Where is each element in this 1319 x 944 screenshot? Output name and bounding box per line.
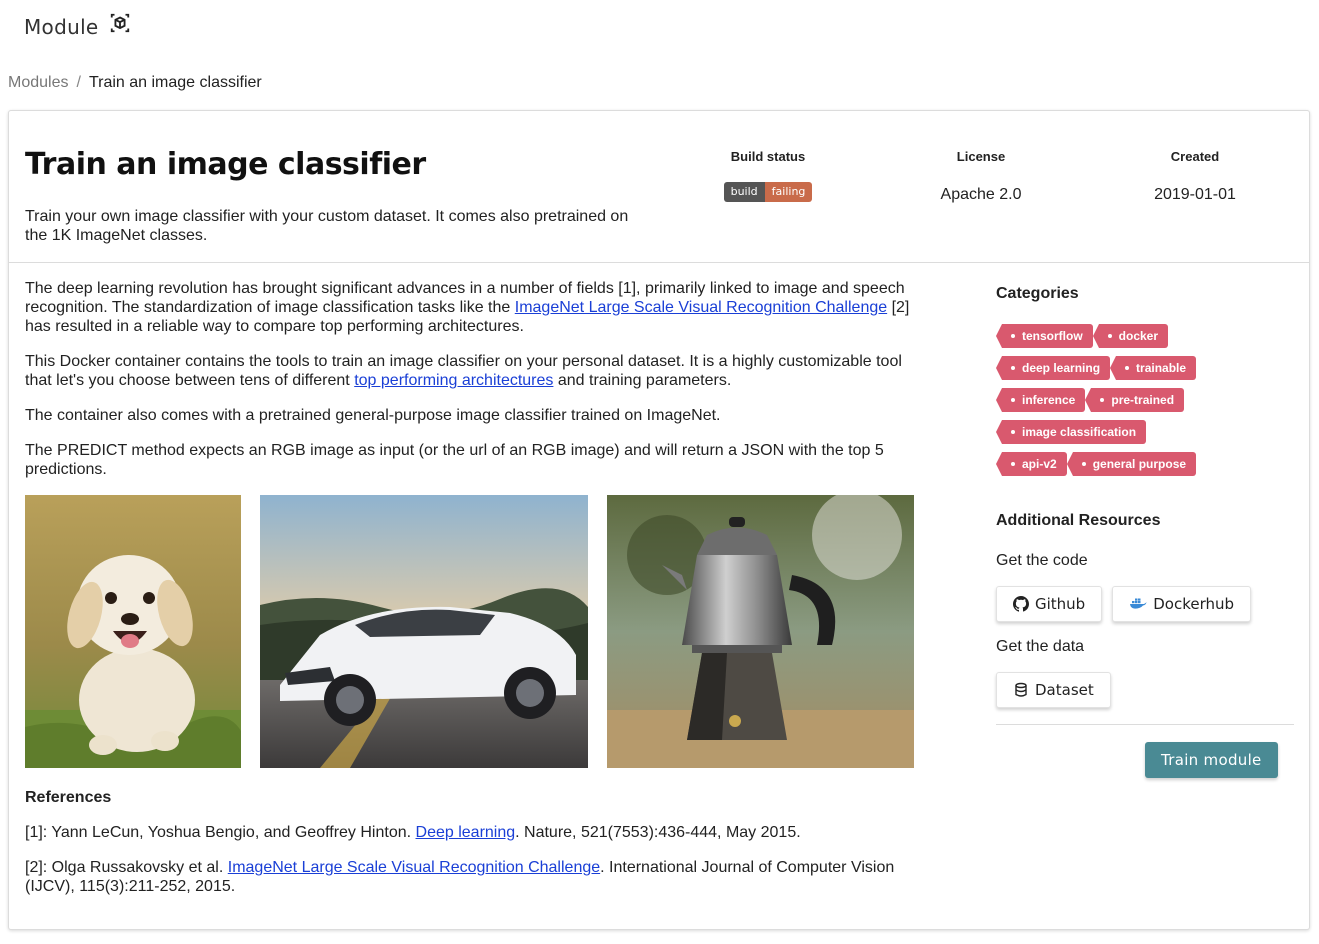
license-block: License Apache 2.0	[921, 149, 1041, 204]
tag-pre-trained[interactable]: pre-trained	[1085, 388, 1185, 412]
references-title: References	[25, 789, 112, 806]
references-section: References [1]: Yann LeCun, Yoshua Bengi…	[25, 789, 925, 912]
deep-learning-link[interactable]: Deep learning	[416, 824, 516, 841]
tag-inference[interactable]: inference	[995, 388, 1086, 412]
breadcrumb-modules-link[interactable]: Modules	[8, 74, 68, 92]
sidebar: Categories tensorflow docker deep learni…	[995, 279, 1294, 785]
build-status-block: Build status build failing	[706, 149, 830, 202]
description-paragraph: The deep learning revolution has brought…	[25, 279, 925, 336]
build-status-badge[interactable]: build failing	[723, 182, 813, 202]
imagenet-paper-link[interactable]: ImageNet Large Scale Visual Recognition …	[228, 859, 600, 876]
cube-icon[interactable]	[109, 12, 131, 34]
dataset-label: Dataset	[1035, 681, 1094, 699]
tag-image-classification[interactable]: image classification	[995, 420, 1147, 444]
data-buttons: Dataset	[996, 672, 1294, 708]
badge-failing-text: failing	[764, 182, 813, 202]
text: [1]: Yann LeCun, Yoshua Bengio, and Geof…	[25, 824, 416, 841]
dockerhub-label: Dockerhub	[1153, 595, 1235, 613]
module-summary: Train your own image classifier with you…	[25, 208, 629, 244]
tag-tensorflow[interactable]: tensorflow	[996, 324, 1093, 348]
text: and training parameters.	[553, 372, 732, 389]
text: . Nature, 521(7553):436-444, May 2015.	[515, 824, 801, 841]
top-bar: Module	[24, 12, 131, 42]
module-card: Train an image classifier Train your own…	[8, 110, 1310, 930]
categories-title: Categories	[996, 285, 1079, 302]
dockerhub-button[interactable]: Dockerhub	[1112, 586, 1252, 622]
reference-item: [1]: Yann LeCun, Yoshua Bengio, and Geof…	[25, 823, 925, 842]
category-tags: tensorflow docker deep learning trainabl…	[995, 324, 1216, 476]
breadcrumb: Modules / Train an image classifier	[8, 74, 262, 92]
created-label: Created	[1170, 149, 1220, 164]
module-title: Train an image classifier	[25, 147, 426, 182]
text: [2]: Olga Russakovsky et al.	[25, 859, 228, 876]
imagenet-challenge-link[interactable]: ImageNet Large Scale Visual Recognition …	[515, 299, 887, 316]
module-description: The deep learning revolution has brought…	[25, 279, 925, 495]
puppy-image	[25, 495, 241, 768]
train-module-button[interactable]: Train module	[1145, 742, 1278, 778]
github-button[interactable]: Github	[996, 586, 1103, 622]
architectures-link[interactable]: top performing architectures	[354, 372, 553, 389]
code-buttons: Github Dockerhub	[996, 586, 1294, 622]
description-paragraph: This Docker container contains the tools…	[25, 352, 925, 390]
docker-icon	[1130, 598, 1147, 609]
description-paragraph: The PREDICT method expects an RGB image …	[25, 442, 884, 478]
badge-build-text: build	[723, 182, 765, 202]
tag-api-v2[interactable]: api-v2	[996, 452, 1067, 476]
dataset-button[interactable]: Dataset	[996, 672, 1111, 708]
tag-deep-learning[interactable]: deep learning	[995, 356, 1111, 380]
tag-trainable[interactable]: trainable	[1110, 356, 1197, 380]
license-value: Apache 2.0	[940, 186, 1022, 203]
created-value: 2019-01-01	[1154, 186, 1236, 203]
train-area: Train module	[996, 725, 1294, 785]
description-paragraph: The container also comes with a pretrain…	[25, 407, 721, 424]
tag-docker[interactable]: docker	[1092, 324, 1169, 348]
module-header: Train an image classifier Train your own…	[9, 111, 1309, 263]
reference-item: [2]: Olga Russakovsky et al. ImageNet La…	[25, 858, 925, 896]
app-title[interactable]: Module	[24, 15, 99, 39]
get-data-label: Get the data	[996, 638, 1085, 655]
database-icon	[1015, 682, 1027, 697]
created-block: Created 2019-01-01	[1135, 149, 1255, 204]
moka-pot-image	[607, 495, 914, 768]
tag-general-purpose[interactable]: general purpose	[1066, 452, 1197, 476]
breadcrumb-current: Train an image classifier	[88, 74, 262, 91]
get-code-label: Get the code	[996, 552, 1088, 569]
breadcrumb-separator: /	[76, 74, 81, 91]
license-label: License	[956, 149, 1006, 164]
github-label: Github	[1035, 595, 1086, 613]
car-image	[260, 495, 588, 768]
additional-resources-title: Additional Resources	[996, 512, 1161, 529]
github-icon	[1013, 596, 1029, 612]
build-status-label: Build status	[730, 149, 806, 164]
